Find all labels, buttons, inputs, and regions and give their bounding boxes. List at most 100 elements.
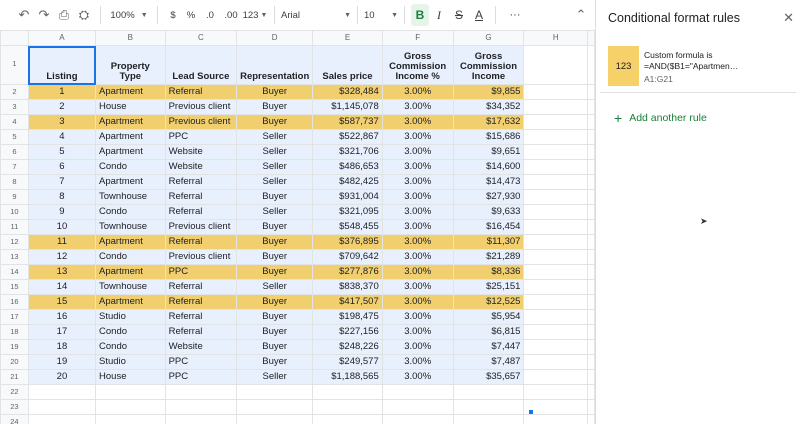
decrease-decimal-button[interactable]: .0 <box>200 4 220 26</box>
table-cell[interactable]: 8 <box>27 189 97 205</box>
row-number[interactable]: 12 <box>0 234 29 250</box>
table-cell[interactable]: $1,188,565 <box>312 369 383 385</box>
column-header[interactable]: H <box>523 30 588 46</box>
empty-cell[interactable] <box>523 384 588 400</box>
empty-cell[interactable] <box>523 189 588 205</box>
empty-cell[interactable] <box>587 279 595 295</box>
table-cell[interactable]: Referral <box>164 234 238 250</box>
empty-cell[interactable] <box>587 159 595 175</box>
empty-cell[interactable] <box>523 369 588 385</box>
empty-cell[interactable] <box>587 219 595 235</box>
empty-cell[interactable] <box>523 45 588 85</box>
zoom-select[interactable]: 100% ▼ <box>107 4 151 26</box>
table-cell[interactable]: $931,004 <box>312 189 383 205</box>
table-cell[interactable]: House <box>95 99 166 115</box>
empty-cell[interactable] <box>523 99 588 115</box>
empty-cell[interactable] <box>164 384 238 400</box>
table-cell[interactable]: Apartment <box>95 84 166 100</box>
table-cell[interactable]: Buyer <box>236 189 314 205</box>
table-cell[interactable]: 3.00% <box>381 324 454 340</box>
table-cell[interactable]: 3.00% <box>381 99 454 115</box>
empty-cell[interactable] <box>27 384 97 400</box>
empty-cell[interactable] <box>312 384 383 400</box>
table-cell[interactable]: Townhouse <box>95 219 166 235</box>
empty-cell[interactable] <box>587 339 595 355</box>
table-cell[interactable]: $277,876 <box>312 264 383 280</box>
empty-cell[interactable] <box>587 384 595 400</box>
column-header[interactable]: B <box>95 30 166 46</box>
table-cell[interactable]: 3.00% <box>381 309 454 325</box>
row-number[interactable]: 11 <box>0 219 29 235</box>
row-number[interactable]: 16 <box>0 294 29 310</box>
table-cell[interactable]: 3.00% <box>381 219 454 235</box>
empty-cell[interactable] <box>587 129 595 145</box>
text-color-button[interactable]: A <box>469 4 489 26</box>
table-cell[interactable]: 3.00% <box>381 234 454 250</box>
empty-cell[interactable] <box>523 354 588 370</box>
row-number[interactable]: 19 <box>0 339 29 355</box>
row-number[interactable]: 7 <box>0 159 29 175</box>
table-cell[interactable]: Referral <box>164 174 238 190</box>
empty-cell[interactable] <box>236 384 314 400</box>
select-all-corner[interactable] <box>0 30 29 46</box>
table-cell[interactable]: Apartment <box>95 234 166 250</box>
empty-cell[interactable] <box>523 159 588 175</box>
table-cell[interactable]: PPC <box>164 129 238 145</box>
row-number[interactable]: 10 <box>0 204 29 220</box>
table-cell[interactable]: 2 <box>27 99 97 115</box>
table-cell[interactable]: 17 <box>27 324 97 340</box>
empty-cell[interactable] <box>523 264 588 280</box>
table-cell[interactable]: Buyer <box>236 114 314 130</box>
table-cell[interactable]: 3.00% <box>381 114 454 130</box>
table-cell[interactable]: Referral <box>164 204 238 220</box>
redo-icon[interactable]: ↷ <box>34 4 54 26</box>
column-header[interactable]: A <box>27 30 97 46</box>
empty-cell[interactable] <box>587 294 595 310</box>
table-cell[interactable]: Apartment <box>95 294 166 310</box>
column-header[interactable]: C <box>164 30 238 46</box>
empty-cell[interactable] <box>587 45 595 85</box>
increase-decimal-button[interactable]: .00 <box>220 4 242 26</box>
column-header[interactable]: F <box>381 30 454 46</box>
table-cell[interactable]: 3.00% <box>381 369 454 385</box>
table-cell[interactable]: Buyer <box>236 309 314 325</box>
empty-cell[interactable] <box>523 129 588 145</box>
table-cell[interactable]: Condo <box>95 204 166 220</box>
table-cell[interactable]: $522,867 <box>312 129 383 145</box>
table-cell[interactable]: 3.00% <box>381 174 454 190</box>
row-number[interactable]: 21 <box>0 369 29 385</box>
header-cell[interactable]: Sales price <box>312 45 383 85</box>
table-cell[interactable]: Apartment <box>95 114 166 130</box>
empty-cell[interactable] <box>523 324 588 340</box>
table-cell[interactable]: Buyer <box>236 219 314 235</box>
table-cell[interactable]: $12,525 <box>452 294 525 310</box>
table-cell[interactable]: Seller <box>236 204 314 220</box>
row-number[interactable]: 23 <box>0 399 29 415</box>
empty-cell[interactable] <box>587 264 595 280</box>
table-cell[interactable]: 3.00% <box>381 144 454 160</box>
empty-cell[interactable] <box>312 399 383 415</box>
empty-cell[interactable] <box>523 234 588 250</box>
row-number[interactable]: 3 <box>0 99 29 115</box>
table-cell[interactable]: 3.00% <box>381 159 454 175</box>
collapse-toolbar-icon[interactable]: ⌃ <box>571 4 591 26</box>
row-number[interactable]: 5 <box>0 129 29 145</box>
table-cell[interactable]: Studio <box>95 309 166 325</box>
table-cell[interactable]: $6,815 <box>452 324 525 340</box>
table-cell[interactable]: 20 <box>27 369 97 385</box>
table-cell[interactable]: $838,370 <box>312 279 383 295</box>
empty-cell[interactable] <box>523 309 588 325</box>
paint-format-icon[interactable]: ⛭ <box>74 4 94 26</box>
header-cell[interactable]: Listing <box>27 45 97 85</box>
table-cell[interactable]: Referral <box>164 294 238 310</box>
table-cell[interactable]: Buyer <box>236 249 314 265</box>
table-cell[interactable]: Seller <box>236 144 314 160</box>
empty-cell[interactable] <box>523 219 588 235</box>
row-number[interactable]: 1 <box>0 45 29 85</box>
strikethrough-button[interactable]: S <box>449 4 469 26</box>
table-cell[interactable]: Previous client <box>164 219 238 235</box>
table-cell[interactable]: Studio <box>95 354 166 370</box>
empty-cell[interactable] <box>523 204 588 220</box>
table-cell[interactable]: Apartment <box>95 264 166 280</box>
empty-cell[interactable] <box>95 414 166 424</box>
